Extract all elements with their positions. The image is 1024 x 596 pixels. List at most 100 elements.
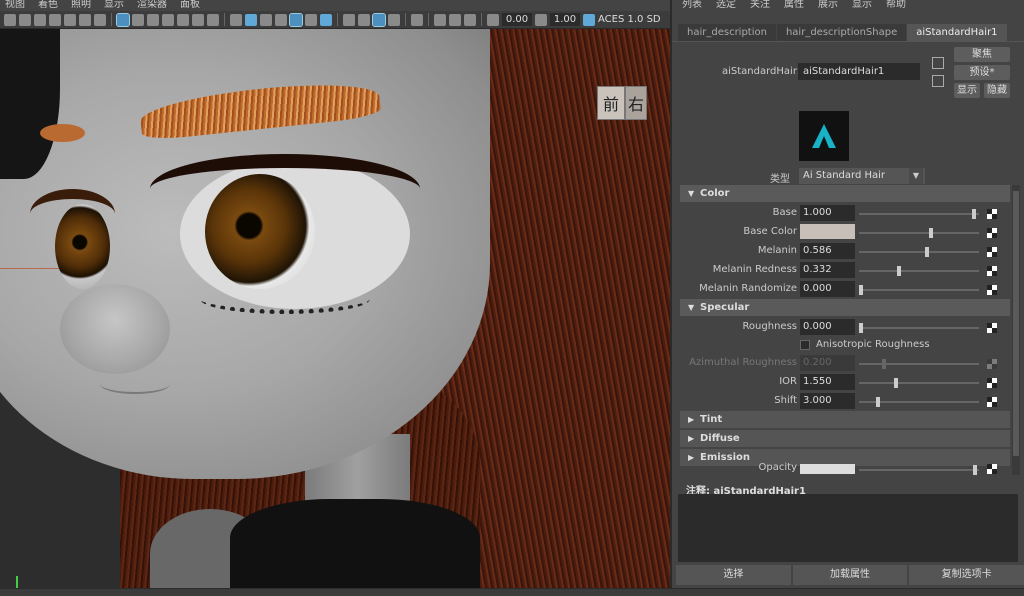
- color-management-icon[interactable]: [583, 13, 595, 26]
- load-attributes-button[interactable]: 加载属性: [792, 565, 908, 585]
- motion-blur-icon[interactable]: [358, 13, 370, 26]
- attr-slider[interactable]: [859, 266, 979, 276]
- gamma-icon[interactable]: [535, 13, 547, 26]
- attr-value-field[interactable]: 0.000: [800, 281, 855, 297]
- slider-thumb[interactable]: [859, 323, 863, 333]
- type-dropdown[interactable]: Ai Standard Hair ▼: [799, 168, 925, 184]
- map-texture-icon[interactable]: [987, 285, 997, 295]
- xray-active-icon[interactable]: [449, 13, 461, 26]
- section-specular[interactable]: ▼ Specular: [680, 299, 1010, 316]
- map-texture-icon[interactable]: [987, 397, 997, 407]
- resolution-gate-icon[interactable]: [147, 13, 159, 26]
- tab-hair-description[interactable]: hair_description: [678, 24, 776, 41]
- attr-value-field[interactable]: 1.000: [800, 205, 855, 221]
- menu-panels[interactable]: 面板: [180, 0, 200, 11]
- field-chart-icon[interactable]: [177, 13, 189, 26]
- screen-space-ao-icon[interactable]: [343, 13, 355, 26]
- exposure-icon[interactable]: [487, 13, 499, 26]
- attr-slider[interactable]: [859, 378, 979, 388]
- grease-pencil-icon[interactable]: [94, 13, 106, 26]
- map-texture-icon[interactable]: [987, 266, 997, 276]
- go-to-output-icon[interactable]: [932, 75, 944, 87]
- go-to-input-icon[interactable]: [932, 57, 944, 69]
- textured-icon[interactable]: [275, 13, 287, 26]
- menu-lighting[interactable]: 照明: [71, 0, 91, 11]
- slider-thumb[interactable]: [972, 465, 977, 475]
- image-plane-icon[interactable]: [64, 13, 76, 26]
- map-texture-icon[interactable]: [987, 209, 997, 219]
- gate-mask-icon[interactable]: [162, 13, 174, 26]
- attr-slider[interactable]: [859, 397, 979, 407]
- menu-selected[interactable]: 选定: [716, 0, 736, 11]
- attr-value-field[interactable]: 3.000: [800, 393, 855, 409]
- attr-value-field[interactable]: 1.550: [800, 374, 855, 390]
- menu-help[interactable]: 帮助: [886, 0, 906, 11]
- section-diffuse[interactable]: ▶ Diffuse: [680, 430, 1010, 447]
- menu-attributes[interactable]: 属性: [784, 0, 804, 11]
- menu-view[interactable]: 视图: [5, 0, 25, 11]
- show-button[interactable]: 显示: [954, 83, 980, 98]
- menu-focus[interactable]: 关注: [750, 0, 770, 11]
- film-gate-icon[interactable]: [132, 13, 144, 26]
- node-name-field[interactable]: aiStandardHair1: [798, 63, 920, 80]
- camera-icon[interactable]: [4, 13, 16, 26]
- select-button[interactable]: 选择: [676, 565, 791, 585]
- smooth-shade-icon[interactable]: [245, 13, 257, 26]
- menu-renderer[interactable]: 渲染器: [137, 0, 167, 11]
- presets-button[interactable]: 预设*: [954, 65, 1010, 80]
- color-swatch[interactable]: [800, 224, 855, 239]
- viewport-panel[interactable]: 视图 着色 照明 显示 渲染器 面板 0.00 1.00 ACES 1.0 SD…: [0, 0, 670, 596]
- map-texture-icon[interactable]: [987, 464, 997, 474]
- attr-slider[interactable]: [859, 247, 979, 257]
- attr-value-field[interactable]: 0.000: [800, 319, 855, 335]
- map-texture-icon[interactable]: [987, 323, 997, 333]
- 3d-scene-render[interactable]: 前 右 persp: [0, 29, 670, 596]
- map-texture-icon[interactable]: [987, 247, 997, 257]
- tab-hair-description-shape[interactable]: hair_descriptionShape: [776, 24, 907, 41]
- anisotropic-checkbox[interactable]: [800, 340, 810, 350]
- section-color[interactable]: ▼ Color: [680, 185, 1010, 202]
- isolate-select-icon[interactable]: [411, 13, 423, 26]
- map-texture-icon[interactable]: [987, 228, 997, 238]
- scrollbar-thumb[interactable]: [1013, 191, 1019, 456]
- viewcube[interactable]: 前 右: [597, 86, 647, 126]
- attr-slider[interactable]: [859, 209, 979, 219]
- menu-show[interactable]: 显示: [104, 0, 124, 11]
- color-space-label[interactable]: ACES 1.0 SD: [598, 14, 661, 25]
- menu-list[interactable]: 列表: [682, 0, 702, 11]
- slider-thumb[interactable]: [928, 228, 933, 238]
- slider-thumb[interactable]: [897, 266, 902, 276]
- map-texture-icon[interactable]: [987, 378, 997, 388]
- camera-lock-icon[interactable]: [19, 13, 31, 26]
- menu-shading[interactable]: 着色: [38, 0, 58, 11]
- exposure-field[interactable]: 0.00: [502, 13, 532, 26]
- gamma-field[interactable]: 1.00: [550, 13, 580, 26]
- default-light-icon[interactable]: [289, 12, 303, 27]
- wireframe-icon[interactable]: [230, 13, 242, 26]
- slider-thumb[interactable]: [876, 397, 881, 407]
- attr-slider[interactable]: [859, 323, 979, 333]
- all-lights-icon[interactable]: [305, 13, 317, 26]
- hide-button[interactable]: 隐藏: [984, 83, 1010, 98]
- opacity-swatch[interactable]: [800, 464, 855, 474]
- shadows-icon[interactable]: [320, 13, 332, 26]
- menu-display[interactable]: 显示: [852, 0, 872, 11]
- slider-thumb[interactable]: [925, 247, 930, 257]
- camera-attrs-icon[interactable]: [34, 13, 46, 26]
- attr-slider[interactable]: [859, 465, 979, 475]
- tab-ai-standard-hair[interactable]: aiStandardHair1: [907, 24, 1007, 41]
- xray-joints-icon[interactable]: [464, 13, 476, 26]
- focus-button[interactable]: 聚焦: [954, 47, 1010, 62]
- attribute-scrollbar[interactable]: [1012, 185, 1020, 475]
- section-tint[interactable]: ▶ Tint: [680, 411, 1010, 428]
- wireframe-on-shaded-icon[interactable]: [260, 13, 272, 26]
- attr-value-field[interactable]: 0.586: [800, 243, 855, 259]
- viewcube-right[interactable]: 右: [625, 86, 647, 120]
- slider-thumb[interactable]: [971, 209, 976, 219]
- attr-slider[interactable]: [859, 228, 979, 238]
- notes-textarea[interactable]: [678, 494, 1018, 562]
- menu-show[interactable]: 展示: [818, 0, 838, 11]
- attr-value-field[interactable]: 0.332: [800, 262, 855, 278]
- viewcube-front[interactable]: 前: [597, 86, 625, 120]
- attr-slider[interactable]: [859, 285, 979, 295]
